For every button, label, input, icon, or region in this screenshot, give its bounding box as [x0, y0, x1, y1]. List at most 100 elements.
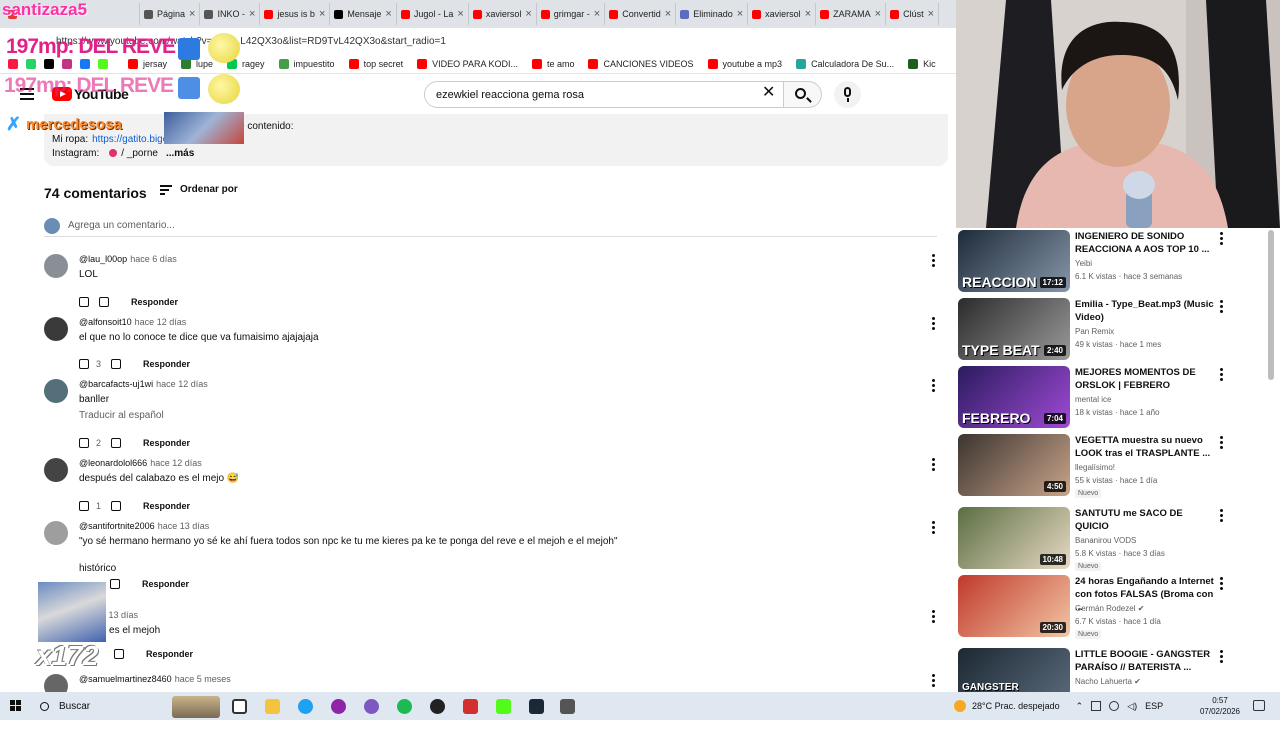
spotify-icon[interactable] [397, 699, 412, 714]
browser-tab[interactable]: INKO - × [200, 3, 261, 25]
sort-button[interactable]: Ordenar por [160, 184, 238, 195]
video-channel[interactable]: Yeibi [1075, 259, 1092, 268]
bookmark-item[interactable]: VIDEO PARA KODI... [417, 58, 518, 69]
comment-menu-icon[interactable] [932, 458, 936, 472]
comment-menu-icon[interactable] [932, 521, 936, 535]
browser-tab[interactable]: grimgar - × [537, 3, 606, 25]
instagram-icon[interactable] [62, 58, 72, 69]
voice-search-button[interactable] [834, 81, 861, 108]
steam-icon[interactable] [529, 699, 544, 714]
browser-tab[interactable]: Mensaje × [330, 3, 397, 25]
reply-button[interactable]: Responder [143, 359, 190, 369]
browser-tab[interactable]: xaviersol × [748, 3, 817, 25]
related-video[interactable]: 4:50 VEGETTA muestra su nuevo LOOK tras e… [958, 432, 1274, 498]
video-thumbnail[interactable]: GANGSTER PARAISO [958, 648, 1070, 692]
comment-age[interactable]: hace 5 meses [175, 674, 231, 684]
battery-icon[interactable] [1091, 701, 1102, 711]
browser-tab[interactable]: jesus is b × [260, 3, 331, 25]
comment-age[interactable]: hace 12 días [135, 317, 187, 327]
translate-link[interactable]: Traducir al español [79, 410, 164, 421]
comment-age[interactable]: hace 12 días [156, 379, 208, 389]
comment-age[interactable]: hace 12 días [150, 458, 202, 468]
video-thumbnail[interactable]: FEBRERO 7:04 [958, 366, 1070, 428]
kick-icon[interactable] [98, 58, 108, 69]
related-video[interactable]: FEBRERO 7:04 MEJORES MOMENTOS DE ORSLOK | … [958, 364, 1274, 428]
avatar[interactable] [44, 254, 68, 278]
task-view-icon[interactable] [232, 699, 247, 714]
whatsapp-icon[interactable] [26, 58, 36, 69]
video-menu-icon[interactable] [1220, 436, 1224, 450]
clock[interactable]: 0:57 07/02/2026 [1196, 695, 1244, 717]
bookmark-item[interactable]: jersay [128, 58, 167, 69]
reply-button[interactable]: Responder [142, 579, 189, 589]
tab-close-icon[interactable]: × [805, 8, 811, 20]
tab-close-icon[interactable]: × [249, 8, 255, 20]
video-app-icon[interactable] [463, 699, 478, 714]
notifications-icon[interactable] [1253, 700, 1265, 711]
search-input[interactable]: ezewkiel reacciona gema rosa [424, 81, 784, 108]
tab-close-icon[interactable]: × [665, 8, 671, 20]
file-explorer-icon[interactable] [265, 699, 280, 714]
search-button[interactable] [784, 81, 822, 108]
video-title[interactable]: VEGETTA muestra su nuevo LOOK tras el TR… [1075, 434, 1215, 460]
windows-start-icon[interactable] [10, 700, 22, 712]
video-menu-icon[interactable] [1220, 232, 1224, 246]
video-channel[interactable]: mental ice [1075, 395, 1111, 404]
like-icon[interactable] [79, 297, 89, 307]
facebook-icon[interactable] [80, 58, 90, 69]
like-icon[interactable] [79, 359, 89, 369]
video-thumbnail[interactable]: 4:50 [958, 434, 1070, 496]
avatar[interactable] [44, 379, 68, 403]
dislike-icon[interactable] [111, 438, 122, 448]
comment-age[interactable]: hace 6 días [130, 254, 177, 264]
avatar[interactable] [44, 521, 68, 545]
reply-button[interactable]: Responder [131, 297, 178, 307]
comment-author[interactable]: @barcafacts-uj1wi [79, 379, 153, 389]
video-menu-icon[interactable] [1220, 577, 1224, 591]
app-c-icon[interactable] [331, 699, 346, 714]
avatar[interactable] [44, 317, 68, 341]
tab-close-icon[interactable]: × [189, 8, 195, 20]
browser-tab[interactable]: Convertid × [605, 3, 677, 25]
video-menu-icon[interactable] [1220, 300, 1224, 314]
comment-author[interactable]: @lau_l00op [79, 254, 127, 264]
comment-menu-icon[interactable] [932, 610, 936, 624]
reply-button[interactable]: Responder [146, 649, 193, 659]
bookmark-item[interactable]: lupe [181, 58, 213, 69]
video-thumbnail[interactable]: 10:48 [958, 507, 1070, 569]
browser-tab[interactable]: Eliminado × [676, 3, 749, 25]
language-indicator[interactable]: ESP [1145, 701, 1163, 711]
edge-icon[interactable] [298, 699, 313, 714]
video-channel[interactable]: Bananirou VODS [1075, 536, 1136, 545]
tab-close-icon[interactable]: × [928, 8, 934, 20]
browser-tab[interactable]: Jugol - La × [397, 3, 469, 25]
add-comment-field[interactable]: Agrega un comentario... [44, 217, 937, 237]
comment-age[interactable]: hace 13 días [158, 521, 210, 531]
related-video[interactable]: GANGSTER PARAISO LITTLE BOOGIE - GANGSTER… [958, 646, 1274, 692]
browser-tab[interactable]: ZARAMA × [816, 3, 887, 25]
video-channel[interactable]: Nacho Lahuerta ✔ [1075, 677, 1141, 686]
video-title[interactable]: Emilia - Type_Beat.mp3 (Music Video) [1075, 298, 1215, 324]
video-title[interactable]: INGENIERO DE SONIDO REACCIONA A AOS TOP … [1075, 230, 1215, 256]
video-title[interactable]: MEJORES MOMENTOS DE ORSLOK | FEBRERO [1075, 366, 1215, 392]
tab-close-icon[interactable]: × [525, 8, 531, 20]
bookmark-item[interactable]: Calculadora De Su... [796, 58, 894, 69]
related-video[interactable]: REACCION 17:12 INGENIERO DE SONIDO REACCIO… [958, 228, 1274, 292]
kick-app-icon[interactable] [496, 699, 511, 714]
dislike-icon[interactable] [114, 649, 124, 659]
related-video[interactable]: 10:48 SANTUTU me SACO DE QUICIO Bananirou … [958, 505, 1274, 571]
video-thumbnail[interactable]: TYPE BEAT 2:40 [958, 298, 1070, 360]
comment-menu-icon[interactable] [932, 317, 936, 331]
dislike-icon[interactable] [111, 359, 122, 369]
bookmark-item[interactable]: impuestito [278, 58, 335, 69]
tab-close-icon[interactable]: × [594, 8, 600, 20]
show-more-link[interactable]: ...más [166, 148, 194, 159]
video-thumbnail[interactable]: 20:30 [958, 575, 1070, 637]
clear-search-icon[interactable]: ✕ [762, 85, 775, 101]
bookmark-item[interactable]: CANCIONES VIDEOS [588, 58, 694, 69]
video-channel[interactable]: Germán Rodezel ✔ [1075, 604, 1144, 613]
comment-menu-icon[interactable] [932, 379, 936, 393]
dislike-icon[interactable] [110, 579, 120, 589]
video-menu-icon[interactable] [1220, 368, 1224, 382]
weather-text[interactable]: 28°C Prac. despejado [972, 701, 1060, 711]
